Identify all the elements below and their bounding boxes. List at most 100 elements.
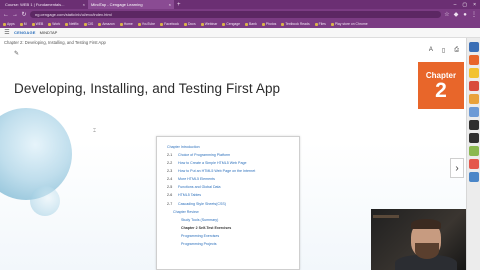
toc-sub-item[interactable]: Chapter Review [167,210,289,214]
toc-link[interactable]: Choice of Programming Platform [178,153,230,157]
browser-tab[interactable]: Course: WEB 1 | Fundamentals... × [2,0,88,9]
toc-intro-link[interactable]: Chapter Introduction [167,145,289,149]
bookmark[interactable]: CIS [84,22,94,26]
mindtap-app-dock [466,38,480,270]
mouse-cursor-icon: ⌶ [93,128,97,134]
toc-link[interactable]: How to Create a Simple HTML5 Web Page [178,161,246,165]
bookmark[interactable]: Bank [245,22,257,26]
toc-sub-item-current[interactable]: Chapter 2 Self-Test Exercises [167,226,289,230]
tab-title: Course: WEB 1 | Fundamentals... [5,2,65,7]
back-icon[interactable]: ← [3,12,9,18]
cengage-logo: CENGAGE [14,30,36,35]
toc-sub-item[interactable]: Programming Exercises [167,234,289,238]
menu-icon[interactable]: ⋮ [471,11,477,18]
toc-link[interactable]: More HTML5 Elements [178,177,215,181]
app-dock-icon[interactable] [468,68,479,78]
bookmark[interactable]: Play store on Chrome [331,22,368,26]
app-dock-icon[interactable] [468,107,479,117]
hamburger-menu-icon[interactable]: ☰ [4,29,10,36]
bookmark[interactable]: Amazon [98,22,114,26]
app-dock-icon[interactable] [468,42,479,52]
toc-number: 2-2 [167,161,173,166]
bookmark[interactable]: Files [315,22,326,26]
app-dock-icon[interactable] [468,120,479,130]
bookmark[interactable]: Netflix [65,22,78,26]
chapter-badge: Chapter 2 [418,62,464,109]
webcam-background-shelf [373,215,399,218]
reader-top-bar: ☰ CENGAGE MINDTAP [0,28,480,38]
breadcrumb: Chapter 2: Developing, Installing, and T… [4,40,106,45]
toc-link[interactable]: Cascading Style Sheets(CSS) [178,202,226,206]
forward-icon[interactable]: → [12,12,18,18]
app-dock-icon[interactable] [468,81,479,91]
toc-item[interactable]: 2-7 Cascading Style Sheets(CSS) [167,202,289,206]
print-icon[interactable]: ⎙ [454,47,459,54]
webcam-overlay [371,209,466,270]
pencil-icon[interactable]: ✎ [14,50,19,57]
toc-link[interactable]: HTML5 Tables [178,193,201,197]
app-dock-icon[interactable] [468,159,479,169]
chevron-right-icon: › [455,162,459,174]
close-window-icon[interactable]: × [473,2,476,8]
window-controls: – ▢ × [454,2,480,8]
browser-tab-bar: Course: WEB 1 | Fundamentals... × MindTa… [0,0,480,9]
bookmark-icon[interactable]: ▯ [442,47,445,54]
app-dock-icon[interactable] [468,172,479,182]
app-dock-icon[interactable] [468,94,479,104]
bookmark[interactable]: WEB [32,22,44,26]
table-of-contents: Chapter Introduction 2-1 Choice of Progra… [156,136,300,270]
bookmark[interactable]: Textbook Reads [281,22,309,26]
bookmark[interactable]: Home [120,22,133,26]
bookmark[interactable]: Webinar [201,22,218,26]
app-dock-icon[interactable] [468,146,479,156]
bookmark[interactable]: Photos [262,22,277,26]
toc-link[interactable]: Functions and Global Data [178,185,221,189]
webcam-person-hair [411,219,441,229]
bookmark[interactable]: Cengage [222,22,240,26]
close-icon[interactable]: × [169,2,171,7]
toc-number: 2-1 [167,153,173,157]
app-dock-icon[interactable] [468,133,479,143]
mindtap-logo: MINDTAP [39,30,58,35]
font-size-icon[interactable]: A [429,47,433,54]
bookmark[interactable]: M [20,22,27,26]
profile-icon[interactable]: ● [462,12,468,18]
toc-item[interactable]: 2-3 How to Put an HTML5 Web Page on the I… [167,169,289,173]
new-tab-button[interactable]: + [177,2,181,8]
browser-tab-active[interactable]: MindTap - Cengage Learning × [88,0,174,9]
close-icon[interactable]: × [83,2,85,7]
bookmark[interactable]: Apps [3,22,15,26]
maximize-icon[interactable]: ▢ [462,2,467,8]
address-bar: ← → ↻ ng.cengage.com/static/nb/ui/evo/in… [0,9,480,20]
toc-number: 2-4 [167,177,173,182]
webcam-person-beard [415,243,439,259]
bookmark[interactable]: Work [48,22,60,26]
bookmark[interactable]: Docs [184,22,196,26]
url-input[interactable]: ng.cengage.com/static/nb/ui/evo/index.ht… [30,11,441,18]
extensions-icon[interactable]: ◆ [453,11,459,18]
chapter-badge-number: 2 [435,78,447,102]
toc-link[interactable]: How to Put an HTML5 Web Page on the Inte… [178,169,255,173]
tab-title: MindTap - Cengage Learning [91,2,143,7]
app-dock-icon[interactable] [468,55,479,65]
toc-sub-item[interactable]: Programming Projects [167,242,289,246]
toc-item[interactable]: 2-2 How to Create a Simple HTML5 Web Page [167,161,289,165]
toc-item[interactable]: 2-5 Functions and Global Data [167,185,289,189]
bookmarks-bar: Apps M WEB Work Netflix CIS Amazon Home … [0,20,480,28]
chapter-title: Developing, Installing, and Testing Firs… [14,81,281,96]
bookmark[interactable]: Facebook [160,22,179,26]
toc-number: 2-6 [167,193,173,198]
toc-item[interactable]: 2-1 Choice of Programming Platform [167,153,289,157]
reload-icon[interactable]: ↻ [21,11,27,18]
toc-number: 2-5 [167,185,173,190]
next-page-button[interactable]: › [450,158,464,178]
decorative-bubble [30,186,60,216]
toc-sub-item[interactable]: Study Tools (Summary) [167,218,289,222]
toc-number: 2-3 [167,169,173,174]
toc-item[interactable]: 2-4 More HTML5 Elements [167,177,289,181]
bookmark[interactable]: YouTube [138,22,155,26]
minimize-icon[interactable]: – [454,2,457,8]
star-icon[interactable]: ☆ [444,11,450,18]
toc-number: 2-7 [167,201,173,206]
toc-item[interactable]: 2-6 HTML5 Tables [167,193,289,197]
